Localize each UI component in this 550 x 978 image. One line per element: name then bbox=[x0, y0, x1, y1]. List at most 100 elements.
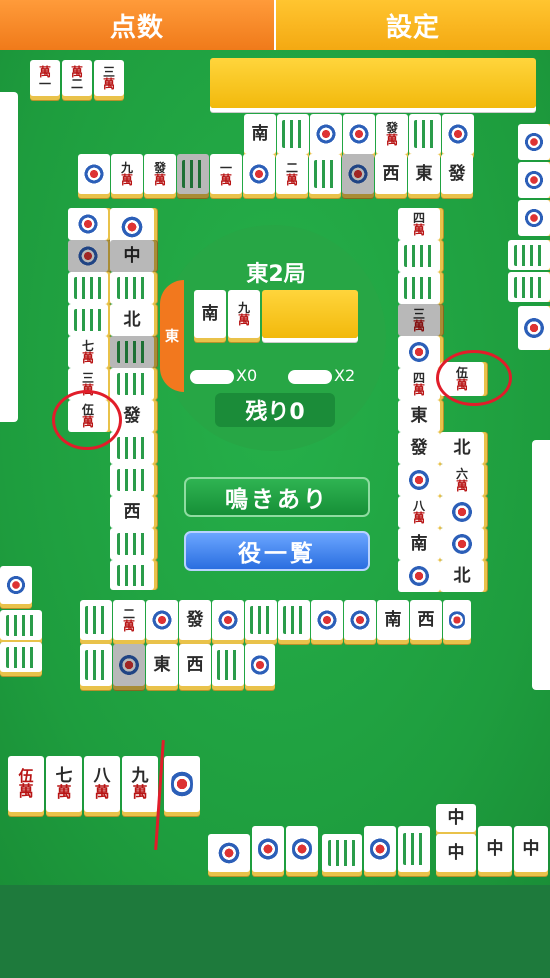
bottom-bar bbox=[0, 885, 550, 978]
chun-meld-2: 中 bbox=[478, 826, 512, 872]
hand-tile-1[interactable]: 伍萬 bbox=[8, 756, 44, 812]
tile-west-b9 bbox=[110, 464, 154, 496]
tile-east-a8: 發 bbox=[398, 432, 440, 464]
tile-north-e7: 二萬 bbox=[276, 154, 308, 194]
right-wall-edge bbox=[532, 440, 550, 690]
tile-west-b3 bbox=[110, 272, 154, 304]
tile-west-2 bbox=[68, 240, 108, 272]
settings-tab[interactable]: 設定 bbox=[276, 0, 550, 50]
tile-north-e9 bbox=[342, 154, 374, 194]
hand-tile-5[interactable] bbox=[164, 756, 200, 812]
score-tab[interactable]: 点数 bbox=[0, 0, 276, 50]
tile-south-r2-6 bbox=[245, 644, 275, 686]
tile-south-r2-5 bbox=[212, 644, 244, 686]
tile-west-b4: 北 bbox=[110, 304, 154, 336]
tile-east-a7: 東 bbox=[398, 400, 440, 432]
lower-tile-3 bbox=[286, 826, 318, 872]
tile-west-5: 七萬 bbox=[68, 336, 108, 368]
tile-north-e6 bbox=[243, 154, 275, 194]
tile-east-a1: 四萬 bbox=[398, 208, 440, 240]
tile-west-b10: 西 bbox=[110, 496, 154, 528]
annotation-circle-left bbox=[52, 390, 122, 450]
chun-meld-top: 中 bbox=[436, 804, 476, 832]
tile-right-far-3 bbox=[518, 200, 550, 236]
tile-north-e8 bbox=[309, 154, 341, 194]
tile-west-b2: 中 bbox=[110, 240, 154, 272]
tile-north-e3: 發萬 bbox=[144, 154, 176, 194]
tile-south-8 bbox=[311, 600, 343, 640]
honba-count: X2 bbox=[334, 366, 356, 385]
tile-west-3 bbox=[68, 272, 108, 304]
tile-right-far-4 bbox=[508, 240, 550, 270]
tile-east-a9 bbox=[398, 464, 440, 496]
tile-west-b6 bbox=[110, 368, 154, 400]
lower-tile-2 bbox=[252, 826, 284, 872]
tile-north-d4 bbox=[343, 114, 375, 154]
yaku-list-button[interactable]: 役一覧 bbox=[184, 531, 370, 571]
tile-right-far-5 bbox=[508, 272, 550, 302]
tile-south-r2-3: 東 bbox=[146, 644, 178, 686]
hand-tile-2[interactable]: 七萬 bbox=[46, 756, 82, 812]
tile-east-b5 bbox=[440, 528, 484, 560]
lower-tile-1 bbox=[208, 834, 250, 872]
tile-east-a6: 四萬 bbox=[398, 368, 440, 400]
tile-south-9 bbox=[344, 600, 376, 640]
riichi-count: X0 bbox=[236, 366, 258, 385]
tile-east-a11: 南 bbox=[398, 528, 440, 560]
tile-west-b11 bbox=[110, 528, 154, 560]
lower-tile-4 bbox=[322, 834, 362, 872]
tile-north-e2: 九萬 bbox=[111, 154, 143, 194]
tile-north-e12: 發 bbox=[441, 154, 473, 194]
tile-south-10: 南 bbox=[377, 600, 409, 640]
tile-left-far-2 bbox=[0, 610, 42, 640]
tile-east-a12 bbox=[398, 560, 440, 592]
dora-hidden-tiles bbox=[262, 290, 358, 338]
chun-meld-3: 中 bbox=[514, 826, 548, 872]
tile-east-a10: 八萬 bbox=[398, 496, 440, 528]
tile-north-e5: 一萬 bbox=[210, 154, 242, 194]
tile-east-b4 bbox=[440, 496, 484, 528]
seat-wind-indicator: 東 bbox=[160, 280, 184, 392]
tile-top-left-1: 萬一 bbox=[30, 60, 60, 96]
tile-left-far-1 bbox=[0, 566, 32, 604]
tile-south-11: 西 bbox=[410, 600, 442, 640]
tile-east-a2 bbox=[398, 240, 440, 272]
tile-north-d6 bbox=[409, 114, 441, 154]
hand-tile-4[interactable]: 九萬 bbox=[122, 756, 158, 812]
left-wall-edge bbox=[0, 92, 18, 422]
chun-meld-1: 中 bbox=[436, 834, 476, 872]
top-bar: 点数 設定 bbox=[0, 0, 550, 50]
tile-south-r2-2 bbox=[113, 644, 145, 686]
remaining-tiles: 残り0 bbox=[215, 393, 335, 427]
tile-south-4: 發 bbox=[179, 600, 211, 640]
tile-north-d1: 南 bbox=[244, 114, 276, 154]
tile-north-e4 bbox=[177, 154, 209, 194]
hand-tile-3[interactable]: 八萬 bbox=[84, 756, 120, 812]
tile-north-e1 bbox=[78, 154, 110, 194]
tile-top-left-3: 三萬 bbox=[94, 60, 124, 96]
tile-east-a5 bbox=[398, 336, 440, 368]
annotation-circle-right bbox=[436, 350, 512, 406]
tile-south-12 bbox=[443, 600, 471, 640]
riichi-stick-icon bbox=[190, 370, 234, 384]
tile-south-r2-1 bbox=[80, 644, 112, 686]
call-toggle-button[interactable]: 鳴きあり bbox=[184, 477, 370, 517]
tile-south-7 bbox=[278, 600, 310, 640]
tile-west-b5 bbox=[110, 336, 154, 368]
top-wall bbox=[210, 58, 536, 108]
lower-tile-5 bbox=[364, 826, 396, 872]
tile-west-4 bbox=[68, 304, 108, 336]
dora-tile-1: 南 bbox=[194, 290, 226, 338]
tile-north-d7 bbox=[442, 114, 474, 154]
tile-south-5 bbox=[212, 600, 244, 640]
tile-south-2: 二萬 bbox=[113, 600, 145, 640]
honba-stick-icon bbox=[288, 370, 332, 384]
tile-south-1 bbox=[80, 600, 112, 640]
tile-east-b2: 北 bbox=[440, 432, 484, 464]
tile-right-far-2 bbox=[518, 162, 550, 198]
tile-south-6 bbox=[245, 600, 277, 640]
tile-left-far-3 bbox=[0, 642, 42, 672]
tile-right-far-1 bbox=[518, 124, 550, 160]
tile-east-a4: 三萬 bbox=[398, 304, 440, 336]
tile-west-b8 bbox=[110, 432, 154, 464]
